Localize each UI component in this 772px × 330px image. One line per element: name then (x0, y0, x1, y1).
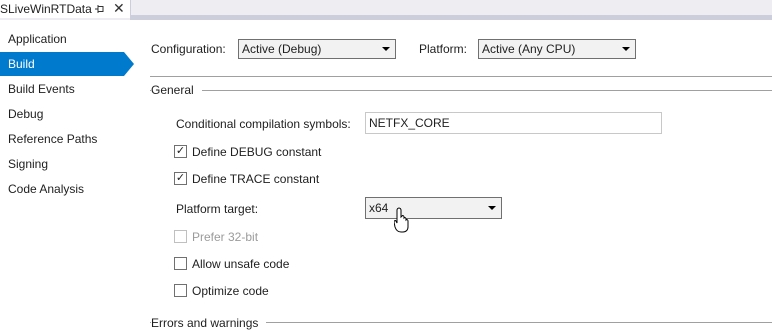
platform-label: Platform: (419, 42, 468, 56)
document-tab[interactable]: SLiveWinRTData ✕ (0, 0, 131, 18)
chevron-down-icon (382, 47, 390, 51)
sidebar-item-build[interactable]: Build (0, 52, 124, 76)
allow-unsafe-checkbox[interactable] (174, 257, 187, 270)
define-trace-checkbox[interactable]: ✓ (174, 172, 187, 185)
errors-section-title: Errors and warnings (151, 316, 267, 330)
sidebar-item-reference-paths[interactable]: Reference Paths (0, 127, 124, 151)
property-sidebar: Application Build Build Events Debug Ref… (0, 20, 134, 326)
tab-title: SLiveWinRTData (0, 2, 92, 16)
sidebar-item-application[interactable]: Application (0, 27, 124, 51)
document-tab-strip: SLiveWinRTData ✕ (0, 0, 772, 20)
sidebar-item-build-events[interactable]: Build Events (0, 77, 124, 101)
general-section-title: General (151, 83, 202, 97)
prefer-32bit-label: Prefer 32-bit (192, 230, 259, 244)
configuration-value: Active (Debug) (242, 42, 322, 56)
define-debug-checkbox[interactable]: ✓ (174, 145, 187, 158)
sidebar-item-debug[interactable]: Debug (0, 102, 124, 126)
general-section-line (150, 90, 772, 91)
allow-unsafe-label: Allow unsafe code (192, 257, 290, 271)
optimize-code-checkbox[interactable] (174, 284, 187, 297)
top-divider (150, 76, 772, 77)
platform-target-dropdown[interactable]: x64 (365, 197, 502, 219)
platform-value: Active (Any CPU) (482, 42, 576, 56)
platform-dropdown[interactable]: Active (Any CPU) (478, 39, 636, 59)
symbols-label: Conditional compilation symbols: (176, 117, 351, 131)
configuration-label: Configuration: (151, 42, 226, 56)
configuration-dropdown[interactable]: Active (Debug) (238, 39, 396, 59)
optimize-code-label: Optimize code (192, 284, 269, 298)
hand-cursor-icon (394, 207, 409, 233)
selected-arrow-indicator (124, 52, 134, 76)
platform-target-value: x64 (369, 201, 389, 215)
sidebar-item-code-analysis[interactable]: Code Analysis (0, 177, 124, 201)
chevron-down-icon (488, 206, 496, 210)
define-debug-label: Define DEBUG constant (192, 145, 322, 159)
define-trace-label: Define TRACE constant (192, 172, 320, 186)
prefer-32bit-checkbox (174, 230, 187, 243)
build-properties-panel: Configuration: Active (Debug) Platform: … (140, 20, 772, 330)
pin-icon[interactable] (95, 4, 105, 14)
close-icon[interactable]: ✕ (113, 1, 125, 15)
conditional-symbols-input[interactable]: NETFX_CORE (365, 112, 662, 134)
sidebar-item-signing[interactable]: Signing (0, 152, 124, 176)
chevron-down-icon (622, 47, 630, 51)
platform-target-label: Platform target: (176, 202, 259, 216)
